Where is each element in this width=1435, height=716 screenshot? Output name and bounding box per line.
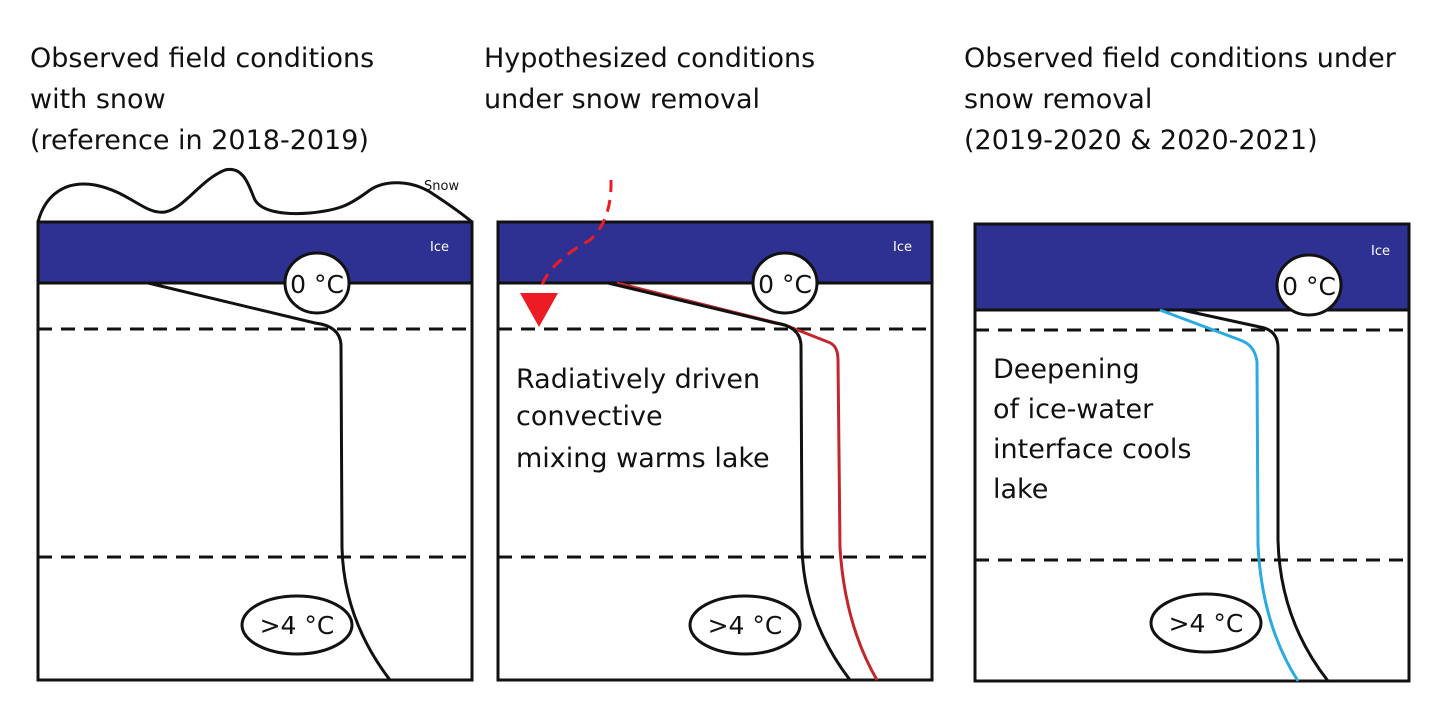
annotation-line: lake (993, 474, 1048, 505)
annotation: Deepening of ice-water interface cools l… (993, 354, 1200, 505)
top-temp-label: 0 °C (758, 270, 812, 299)
ice-label: Ice (893, 240, 912, 255)
annotation: Radiatively driven convective mixing war… (516, 364, 770, 474)
annotation-line: Radiatively driven (516, 364, 760, 395)
ice-layer (496, 220, 934, 285)
annotation-line: mixing warms lake (516, 443, 770, 474)
bottom-temp-label: >4 °C (708, 611, 783, 640)
ice-label: Ice (430, 240, 449, 255)
radiation-arrow-head (520, 293, 558, 327)
annotation-line: convective (516, 401, 663, 432)
ice-layer (36, 220, 474, 285)
annotation-line: Deepening (993, 354, 1140, 385)
lake-diagrams: Snow Ice 0 °C >4 °C Ice 0 °C >4 °C Radia… (36, 167, 1411, 683)
top-temp-label: 0 °C (1282, 272, 1336, 301)
panel-3: Ice 0 °C >4 °C Deepening of ice-water in… (973, 222, 1411, 683)
snow-label: Snow (424, 179, 459, 194)
annotation-line: of ice-water (993, 394, 1154, 425)
bottom-temp-label: >4 °C (1169, 609, 1244, 638)
annotation-line: interface cools (993, 434, 1191, 465)
panel-1: Snow Ice 0 °C >4 °C (36, 167, 474, 682)
top-temp-label: 0 °C (290, 270, 344, 299)
snow-layer (36, 167, 473, 224)
bottom-temp-label: >4 °C (260, 611, 335, 640)
ice-layer (973, 222, 1411, 312)
panel-2: Ice 0 °C >4 °C Radiatively driven convec… (496, 179, 934, 682)
ice-label: Ice (1371, 244, 1390, 259)
